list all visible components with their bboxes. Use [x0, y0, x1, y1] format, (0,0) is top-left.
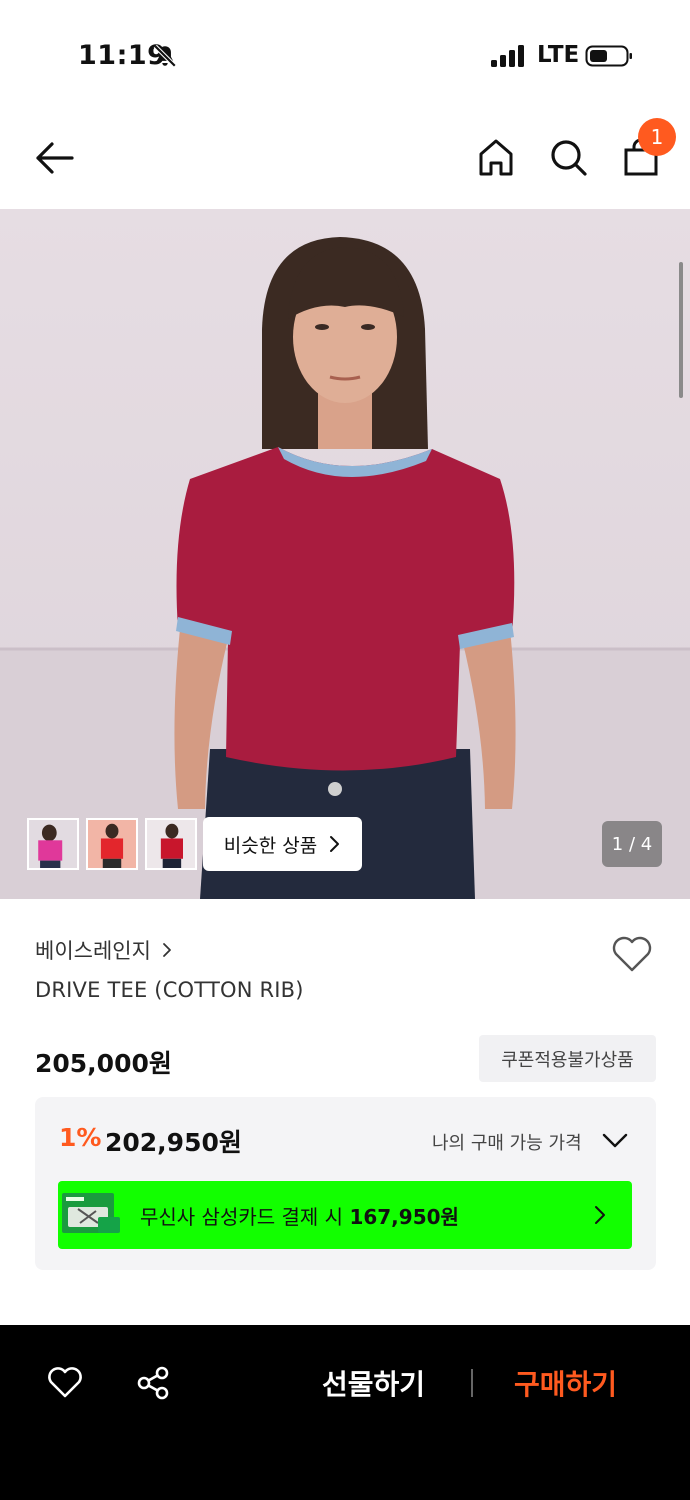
status-bar: 11:19 LTE [0, 0, 690, 110]
card-offer-prefix: 무신사 삼성카드 결제 시 [140, 1205, 344, 1229]
coupon-unavailable-badge: 쿠폰적용불가상품 [479, 1035, 656, 1082]
similar-products-label: 비슷한 상품 [223, 834, 318, 857]
card-offer-price: 167,950원 [349, 1205, 459, 1229]
brand-name: 베이스레인지 [35, 939, 151, 963]
thumbnail-1[interactable] [27, 818, 79, 870]
divider [471, 1369, 473, 1397]
credit-card-image [58, 1189, 126, 1239]
card-offer-text: 무신사 삼성카드 결제 시 167,950원 [140, 1201, 459, 1230]
chevron-right-icon [163, 943, 171, 957]
my-price-toggle[interactable]: 나의 구매 가능 가격 [432, 1129, 582, 1155]
search-icon[interactable] [547, 136, 589, 178]
thumbnail-3[interactable] [145, 818, 197, 870]
card-offer-banner[interactable]: 무신사 삼성카드 결제 시 167,950원 [58, 1181, 632, 1249]
product-price: 205,000원 [35, 1049, 172, 1078]
chevron-right-icon [595, 1206, 605, 1224]
price-summary-box: 1% 202,950원 나의 구매 가능 가격 무신사 삼성카드 결제 시 16… [35, 1097, 656, 1270]
chevron-right-icon [330, 836, 340, 852]
gift-button[interactable]: 선물하기 [322, 1363, 425, 1403]
product-photo [0, 209, 690, 899]
bottom-action-bar: 선물하기 구매하기 [0, 1325, 690, 1500]
wishlist-heart-icon[interactable] [610, 934, 654, 974]
vertical-scrollbar [679, 262, 683, 398]
brand-link[interactable]: 베이스레인지 [35, 935, 173, 965]
back-arrow-icon[interactable] [32, 138, 76, 178]
top-nav-bar: 1 [0, 110, 690, 208]
product-image-carousel[interactable] [0, 209, 690, 899]
buy-button[interactable]: 구매하기 [514, 1363, 617, 1403]
battery-icon [585, 45, 632, 67]
signal-icon [491, 45, 524, 67]
thumbnail-2[interactable] [86, 818, 138, 870]
discount-price: 202,950원 [105, 1128, 242, 1157]
chevron-down-icon[interactable] [602, 1131, 628, 1149]
product-name: DRIVE TEE (COTTON RIB) [35, 978, 304, 1002]
share-icon[interactable] [135, 1365, 171, 1401]
discount-rate: 1% [59, 1123, 102, 1152]
home-icon[interactable] [475, 136, 517, 178]
cart-count-badge: 1 [638, 118, 676, 156]
wishlist-heart-icon[interactable] [46, 1365, 84, 1399]
image-page-counter: 1 / 4 [602, 821, 662, 867]
network-label: LTE [537, 42, 580, 68]
bell-off-icon [153, 44, 177, 68]
similar-products-button[interactable]: 비슷한 상품 [203, 817, 362, 871]
